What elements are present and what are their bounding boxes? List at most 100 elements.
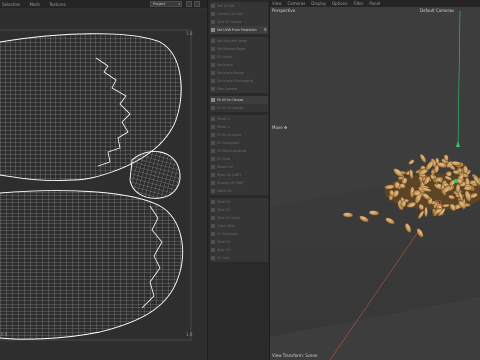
viewport-camera-label[interactable]: Default Camera	[420, 8, 452, 13]
tool-item-label: Weld UV	[217, 199, 231, 204]
tool-item[interactable]: Set Island	[210, 61, 268, 69]
tool-item[interactable]: Split UV Seams	[210, 18, 268, 26]
tool-item-label: Set Island	[217, 62, 233, 67]
tool-icon	[211, 231, 215, 236]
uv-label-bottom-left: 0.0	[1, 332, 8, 337]
viewport-menu-filter[interactable]: Filter	[353, 1, 363, 6]
tool-item[interactable]: Mirror U	[210, 115, 268, 123]
tool-item[interactable]: Mirror V	[210, 123, 268, 131]
tool-item[interactable]: UV Straighten	[210, 139, 268, 147]
tool-item[interactable]: Unwrap UV (ABF)	[210, 179, 268, 187]
tool-item-label: Stitch UV	[217, 188, 232, 193]
gizmo-y-icon[interactable]	[454, 179, 458, 183]
tool-icon	[211, 54, 215, 59]
uv-editor-panel[interactable]: Selection Mesh Textures Project ▾ 1.0 0.…	[0, 0, 207, 360]
project-select[interactable]: Project ▾	[150, 1, 182, 7]
peanut-shell	[434, 176, 442, 182]
tool-item[interactable]: Convert UV Face	[210, 10, 268, 18]
tool-item-label: Align UV	[217, 247, 231, 252]
tool-icon	[211, 148, 215, 153]
menu-selection[interactable]: Selection	[2, 2, 20, 7]
viewport-menu-display[interactable]: Display	[311, 1, 326, 6]
uv-tools-panel: Get UV Set Convert UV Face Split UV Seams S…	[207, 0, 270, 360]
viewport-menu-options[interactable]: Options	[332, 1, 347, 6]
tool-icon	[211, 19, 215, 24]
camera-icon[interactable]: ⊙	[451, 8, 454, 13]
menu-textures[interactable]: Textures	[49, 2, 66, 7]
tool-item[interactable]: Weld UV	[210, 198, 268, 206]
tool-item-label: Convert UV Face	[217, 11, 244, 16]
tool-icon	[211, 38, 215, 43]
tool-item[interactable]: Set UVW From Projection ⚙	[210, 26, 268, 34]
tool-item[interactable]: Rotate UV	[210, 163, 268, 171]
viewport-scene[interactable]: Perspective Default Camera ⊙ Move ✥ View…	[270, 7, 480, 360]
tool-item[interactable]: Set Island Range	[210, 69, 268, 77]
tool-item-label: Get UV Set	[217, 3, 235, 8]
tool-item-label: Weld UV	[217, 239, 231, 244]
uv-toolbar-icon[interactable]	[186, 1, 192, 7]
viewport-panel[interactable]: View Cameras Display Options Filter Pane…	[270, 0, 480, 360]
tool-item-label: UV Straighten	[217, 140, 240, 145]
tool-item-label: Set Island Range	[217, 70, 244, 75]
tool-icon	[211, 199, 215, 204]
tool-item[interactable]: UV Rectangularize	[210, 147, 268, 155]
tool-item-label: UV Rectangularize	[217, 148, 247, 153]
tool-item-label: Relax UV (ABF)	[217, 172, 241, 177]
tool-item[interactable]: Map Camera	[210, 85, 268, 93]
tool-item[interactable]: UV Island	[210, 53, 268, 61]
tool-icon	[211, 116, 215, 121]
tool-item-label: UV Island	[217, 54, 233, 59]
tool-item[interactable]: Set Marked Edges	[210, 45, 268, 53]
tool-icon	[211, 78, 215, 83]
tool-item-label: Set Selected Seam	[217, 38, 248, 43]
tool-item[interactable]: Stitch UV	[210, 187, 268, 195]
tool-item[interactable]: UV Shell	[210, 155, 268, 163]
tool-item-label: Pack UV	[217, 207, 230, 212]
tool-item-label: Set UVW From Projection	[217, 27, 257, 32]
viewport-status-label: View Transform: Scene	[272, 353, 318, 358]
tool-item-label: UV Seamless	[217, 231, 238, 236]
viewport-menu-view[interactable]: View	[272, 1, 282, 6]
menu-mesh[interactable]: Mesh	[29, 2, 40, 7]
tool-icon	[211, 132, 215, 137]
move-icon[interactable]: ✥	[284, 125, 287, 130]
tool-item[interactable]: UV Grid	[210, 254, 268, 262]
tool-item[interactable]: UV Seamless	[210, 230, 268, 238]
tool-item-label: Set Marked Edges	[217, 46, 246, 51]
tool-item[interactable]: Relax UV (ABF)	[210, 171, 268, 179]
gear-icon[interactable]: ⚙	[263, 27, 267, 32]
tool-item-label: Quick Weld	[217, 223, 235, 228]
tool-item[interactable]: Quick Weld	[210, 222, 268, 230]
tool-item[interactable]: Set Selected Seam	[210, 37, 268, 45]
tool-icon	[211, 247, 215, 252]
tool-item[interactable]: Fit UV to Canvas	[210, 104, 268, 112]
viewport-menu-cameras[interactable]: Cameras	[288, 1, 306, 6]
tool-icon	[211, 46, 215, 51]
tool-item[interactable]: Set Island Overlapping	[210, 77, 268, 85]
tool-item-label: Mirror V	[217, 124, 230, 129]
uv-canvas[interactable]: 1.0 0.0 1.0	[0, 10, 207, 360]
tool-icon	[211, 223, 215, 228]
uv-toolbar-icon[interactable]	[194, 1, 200, 7]
peanut-shell	[463, 186, 473, 191]
tool-item[interactable]: Align UV	[210, 246, 268, 254]
tool-item[interactable]: Fit UV to Canvas	[210, 96, 268, 104]
tool-item[interactable]: Pack UV Geom	[210, 214, 268, 222]
tool-item[interactable]: Fit UV to Island	[210, 131, 268, 139]
tool-item[interactable]: Weld UV	[210, 238, 268, 246]
tool-item[interactable]: Get UV Set	[210, 2, 268, 10]
viewport-view-name: Perspective	[272, 8, 296, 13]
tool-icon	[211, 97, 215, 102]
tool-item[interactable]: Pack UV	[210, 206, 268, 214]
project-select-value: Project	[153, 2, 166, 6]
viewport-render	[270, 7, 480, 360]
tool-icon	[211, 27, 215, 32]
tool-item-label: Map Camera	[217, 86, 238, 91]
viewport-menu-panel[interactable]: Panel	[369, 1, 380, 6]
peanut-shell	[424, 206, 428, 218]
tool-item-label: Split UV Seams	[217, 19, 242, 24]
uv-label-top-right: 1.0	[186, 31, 193, 36]
tool-icon	[211, 11, 215, 16]
tool-item-label: Fit UV to Canvas	[217, 97, 244, 102]
uv-label-bottom-right: 1.0	[186, 332, 193, 337]
